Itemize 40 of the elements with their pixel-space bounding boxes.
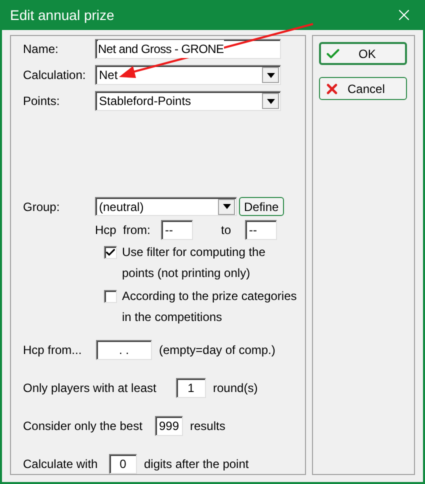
setting-suffix: digits after the point bbox=[144, 456, 249, 473]
to-label: to bbox=[221, 222, 232, 239]
setting-label: Only players with at least bbox=[23, 380, 158, 397]
setting-label: Consider only the best bbox=[23, 418, 144, 435]
cancel-button[interactable]: Cancel bbox=[318, 77, 406, 100]
window-title: Edit annual prize bbox=[10, 6, 114, 25]
checkbox-label: According to the prize categories in the competitions bbox=[122, 288, 297, 326]
input-field[interactable]: -- bbox=[245, 220, 277, 240]
caret-icon bbox=[266, 98, 274, 104]
dropdown-button[interactable] bbox=[262, 67, 279, 83]
setting-label: Hcp from... bbox=[23, 342, 83, 359]
input-field[interactable]: 999 bbox=[155, 416, 183, 436]
from-label: from: bbox=[123, 222, 152, 239]
dropdown-button[interactable] bbox=[218, 198, 235, 214]
dropdown-field[interactable]: Stableford-Points bbox=[95, 91, 281, 111]
field-label: Points: bbox=[23, 93, 61, 110]
field-label: Name: bbox=[23, 41, 60, 58]
checkbox[interactable] bbox=[104, 246, 117, 259]
setting-suffix: round(s) bbox=[213, 380, 258, 397]
dropdown-field[interactable]: Net bbox=[95, 65, 281, 85]
input-field[interactable]: -- bbox=[161, 220, 193, 240]
dropdown-button[interactable] bbox=[262, 93, 279, 109]
field-label: Calculation: bbox=[23, 67, 87, 84]
field-label: Group: bbox=[23, 198, 61, 216]
setting-suffix: (empty=day of comp.) bbox=[159, 342, 276, 359]
ok-button[interactable]: OK bbox=[318, 42, 406, 65]
checkbox[interactable] bbox=[104, 290, 117, 303]
input-field[interactable]: Net and Gross - GRONE bbox=[95, 39, 281, 59]
input-field[interactable]: 0 bbox=[109, 454, 137, 474]
input-field[interactable]: 1 bbox=[176, 378, 206, 398]
checkbox-label: Use filter for computing the points (not printing only) bbox=[122, 244, 266, 282]
define-button[interactable]: Define bbox=[239, 197, 284, 216]
input-field[interactable]: . . bbox=[96, 340, 152, 360]
setting-suffix: results bbox=[190, 418, 226, 435]
setting-label: Calculate with bbox=[23, 456, 99, 473]
caret-icon bbox=[222, 204, 230, 209]
check-icon bbox=[105, 247, 116, 258]
dropdown-field[interactable]: (neutral) bbox=[95, 197, 237, 216]
hcp-label: Hcp bbox=[95, 222, 118, 239]
caret-icon bbox=[266, 72, 274, 78]
